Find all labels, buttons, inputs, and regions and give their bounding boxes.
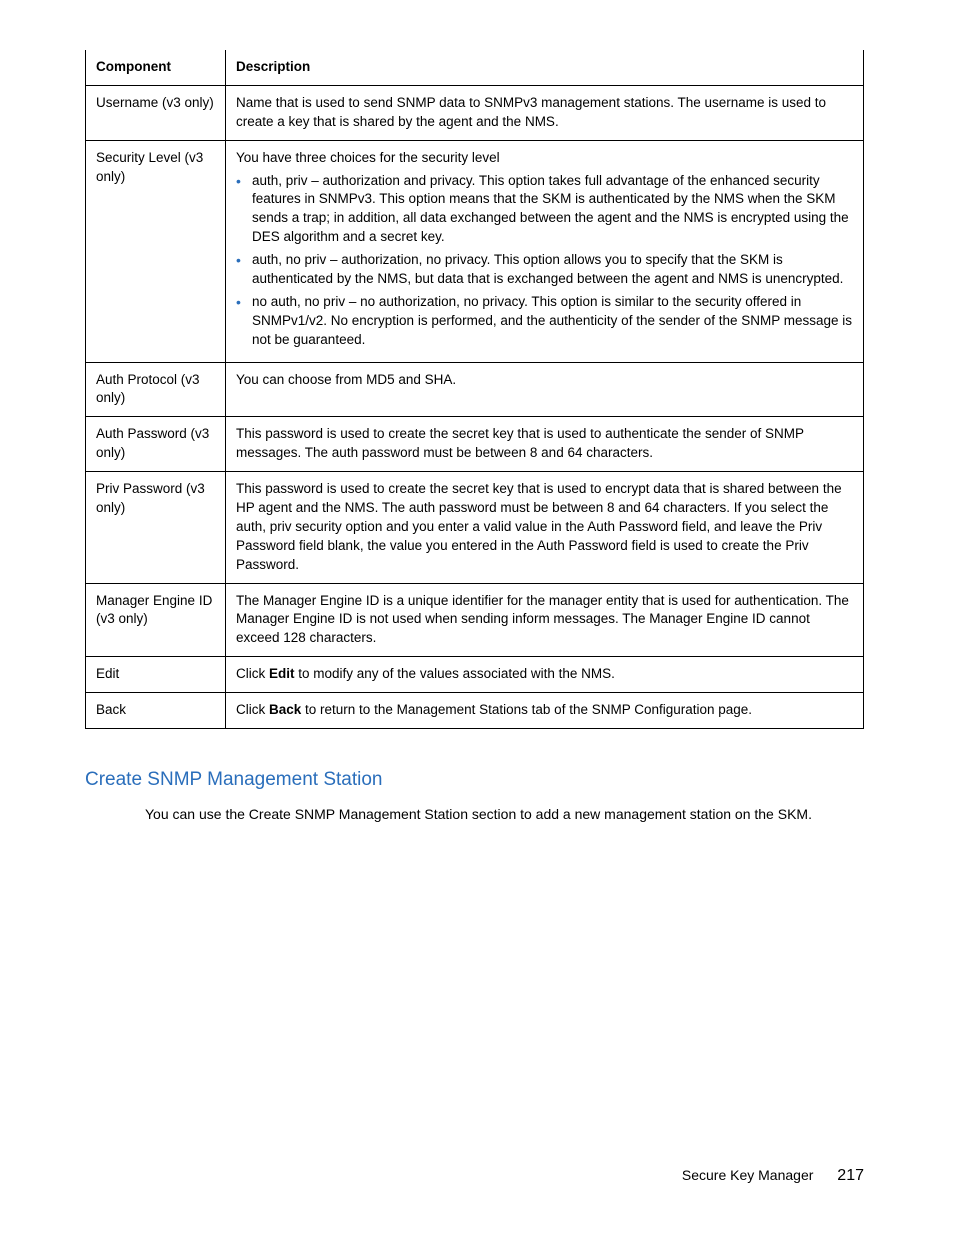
list-item: auth, priv – authorization and privacy. …: [236, 172, 853, 248]
table-row: Back Click Back to return to the Managem…: [86, 693, 864, 729]
page-footer: Secure Key Manager 217: [682, 1167, 864, 1185]
cell-description: Click Back to return to the Management S…: [226, 693, 864, 729]
table-row: Auth Password (v3 only) This password is…: [86, 417, 864, 472]
table-row: Auth Protocol (v3 only) You can choose f…: [86, 362, 864, 417]
security-level-list: auth, priv – authorization and privacy. …: [236, 172, 853, 350]
cell-component: Auth Password (v3 only): [86, 417, 226, 472]
cell-description: You have three choices for the security …: [226, 140, 864, 362]
cell-description: Name that is used to send SNMP data to S…: [226, 85, 864, 140]
cell-component: Auth Protocol (v3 only): [86, 362, 226, 417]
cell-description: This password is used to create the secr…: [226, 472, 864, 583]
table-row: Username (v3 only) Name that is used to …: [86, 85, 864, 140]
cell-description: The Manager Engine ID is a unique identi…: [226, 583, 864, 657]
list-item: no auth, no priv – no authorization, no …: [236, 293, 853, 350]
header-component: Component: [86, 50, 226, 85]
cell-component: Priv Password (v3 only): [86, 472, 226, 583]
page-number: 217: [837, 1167, 864, 1184]
security-level-intro: You have three choices for the security …: [236, 150, 500, 165]
table-header-row: Component Description: [86, 50, 864, 85]
cell-component: Back: [86, 693, 226, 729]
cell-component: Security Level (v3 only): [86, 140, 226, 362]
table-row: Manager Engine ID (v3 only) The Manager …: [86, 583, 864, 657]
cell-component: Manager Engine ID (v3 only): [86, 583, 226, 657]
cell-description: Click Edit to modify any of the values a…: [226, 657, 864, 693]
cell-description: This password is used to create the secr…: [226, 417, 864, 472]
footer-title: Secure Key Manager: [682, 1167, 814, 1183]
table-row: Security Level (v3 only) You have three …: [86, 140, 864, 362]
page: Component Description Username (v3 only)…: [0, 0, 954, 1235]
header-description: Description: [226, 50, 864, 85]
section-heading: Create SNMP Management Station: [85, 769, 864, 791]
cell-component: Username (v3 only): [86, 85, 226, 140]
component-description-table: Component Description Username (v3 only)…: [85, 50, 864, 729]
list-item: auth, no priv – authorization, no privac…: [236, 251, 853, 289]
table-row: Edit Click Edit to modify any of the val…: [86, 657, 864, 693]
section-body: You can use the Create SNMP Management S…: [85, 805, 864, 825]
cell-component: Edit: [86, 657, 226, 693]
table-row: Priv Password (v3 only) This password is…: [86, 472, 864, 583]
cell-description: You can choose from MD5 and SHA.: [226, 362, 864, 417]
